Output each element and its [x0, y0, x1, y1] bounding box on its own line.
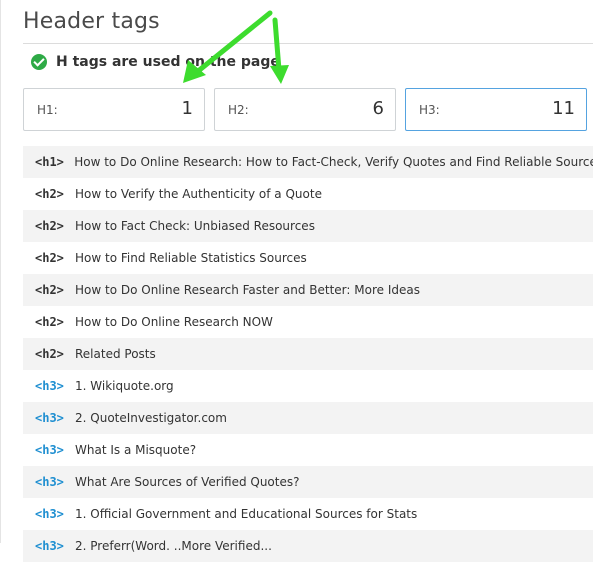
heading-text: Related Posts	[75, 347, 156, 361]
status-row: H tags are used on the page	[31, 54, 280, 70]
heading-row-h2: <h2> How to Find Reliable Statistics Sou…	[23, 242, 593, 274]
heading-row-h3: <h3> 2. QuoteInvestigator.com	[23, 402, 593, 434]
heading-row-h3: <h3> 2. Preferr(Word. ..More Verified...	[23, 530, 593, 562]
tag-badge: <h3>	[35, 411, 64, 425]
status-text: H tags are used on the page	[56, 54, 280, 70]
h2-count-label: H2:	[228, 103, 249, 117]
heading-text: How to Find Reliable Statistics Sources	[75, 251, 307, 265]
check-circle-icon	[31, 54, 47, 70]
section-title: Header tags	[23, 9, 160, 34]
tag-badge: <h2>	[35, 315, 64, 329]
heading-row-h3: <h3> 1. Official Government and Educatio…	[23, 498, 593, 530]
heading-text: What Are Sources of Verified Quotes?	[75, 475, 300, 489]
h1-count-label: H1:	[37, 103, 58, 117]
tag-badge: <h2>	[35, 347, 64, 361]
h1-count-value: 1	[181, 98, 193, 119]
tag-badge: <h3>	[35, 507, 64, 521]
heading-row-h3: <h3> What Is a Misquote?	[23, 434, 593, 466]
tag-badge: <h2>	[35, 251, 64, 265]
heading-text: 1. Wikiquote.org	[75, 379, 174, 393]
header-tags-panel: Header tags H tags are used on the page …	[0, 0, 593, 562]
headings-list: <h1> How to Do Online Research: How to F…	[23, 146, 593, 562]
tag-badge: <h1>	[35, 155, 64, 169]
heading-row-h2: <h2> How to Do Online Research NOW	[23, 306, 593, 338]
tag-badge: <h3>	[35, 475, 64, 489]
tag-badge: <h3>	[35, 443, 64, 457]
heading-text: 2. QuoteInvestigator.com	[75, 411, 227, 425]
heading-row-h2: <h2> How to Fact Check: Unbiased Resourc…	[23, 210, 593, 242]
heading-text: How to Do Online Research NOW	[75, 315, 273, 329]
tag-badge: <h2>	[35, 219, 64, 233]
tag-badge: <h2>	[35, 283, 64, 297]
heading-text: How to Fact Check: Unbiased Resources	[75, 219, 315, 233]
h3-count-value: 11	[552, 98, 575, 119]
heading-row-h3: <h3> 1. Wikiquote.org	[23, 370, 593, 402]
heading-text: How to Verify the Authenticity of a Quot…	[75, 187, 322, 201]
heading-row-h2: <h2> Related Posts	[23, 338, 593, 370]
h2-count-value: 6	[372, 98, 384, 119]
heading-text: How to Do Online Research Faster and Bet…	[75, 283, 420, 297]
tag-badge: <h3>	[35, 539, 64, 553]
heading-row-h3: <h3> What Are Sources of Verified Quotes…	[23, 466, 593, 498]
heading-text: 1. Official Government and Educational S…	[75, 507, 418, 521]
h3-count-box[interactable]: H3: 11	[405, 88, 587, 131]
tag-badge: <h2>	[35, 187, 64, 201]
heading-text: 2. Preferr(Word. ..More Verified...	[75, 539, 272, 553]
h1-count-box[interactable]: H1: 1	[23, 88, 205, 131]
tag-badge: <h3>	[35, 379, 64, 393]
heading-row-h2: <h2> How to Verify the Authenticity of a…	[23, 178, 593, 210]
title-divider	[23, 43, 593, 44]
heading-text: What Is a Misquote?	[75, 443, 197, 457]
heading-row-h2: <h2> How to Do Online Research Faster an…	[23, 274, 593, 306]
heading-text: How to Do Online Research: How to Fact-C…	[74, 155, 593, 169]
h3-count-label: H3:	[419, 103, 440, 117]
h2-count-box[interactable]: H2: 6	[214, 88, 396, 131]
heading-row-h1: <h1> How to Do Online Research: How to F…	[23, 146, 593, 178]
